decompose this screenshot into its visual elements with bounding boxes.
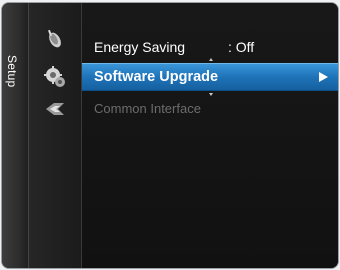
setup-menu-panel: Setup Energy Saving: Off Software Upgra… — [2, 3, 338, 268]
setup-side-tab[interactable]: Setup — [2, 3, 29, 268]
common-interface-icon[interactable] — [39, 95, 71, 123]
menu-item-value: : Off — [228, 38, 255, 55]
scroll-up-indicator — [209, 58, 213, 61]
menu-item-label: Energy Saving — [94, 38, 186, 55]
setup-tab-label: Setup — [5, 55, 19, 88]
menu-item-energy-saving[interactable]: Energy Saving : Off — [82, 34, 338, 59]
category-icon-column — [29, 3, 107, 268]
menu-item-software-upgrade[interactable]: Software Upgrade — [82, 63, 338, 91]
satellite-dish-icon[interactable] — [39, 25, 71, 53]
menu-item-label: Common Interface — [94, 101, 201, 116]
menu-content: Energy Saving : Off Software Upgrade Com… — [82, 3, 338, 268]
enter-arrow-icon — [319, 72, 328, 82]
menu-item-common-interface: Common Interface — [82, 96, 338, 121]
menu-item-label: Software Upgrade — [94, 69, 219, 85]
gear-icon[interactable] — [33, 63, 77, 91]
